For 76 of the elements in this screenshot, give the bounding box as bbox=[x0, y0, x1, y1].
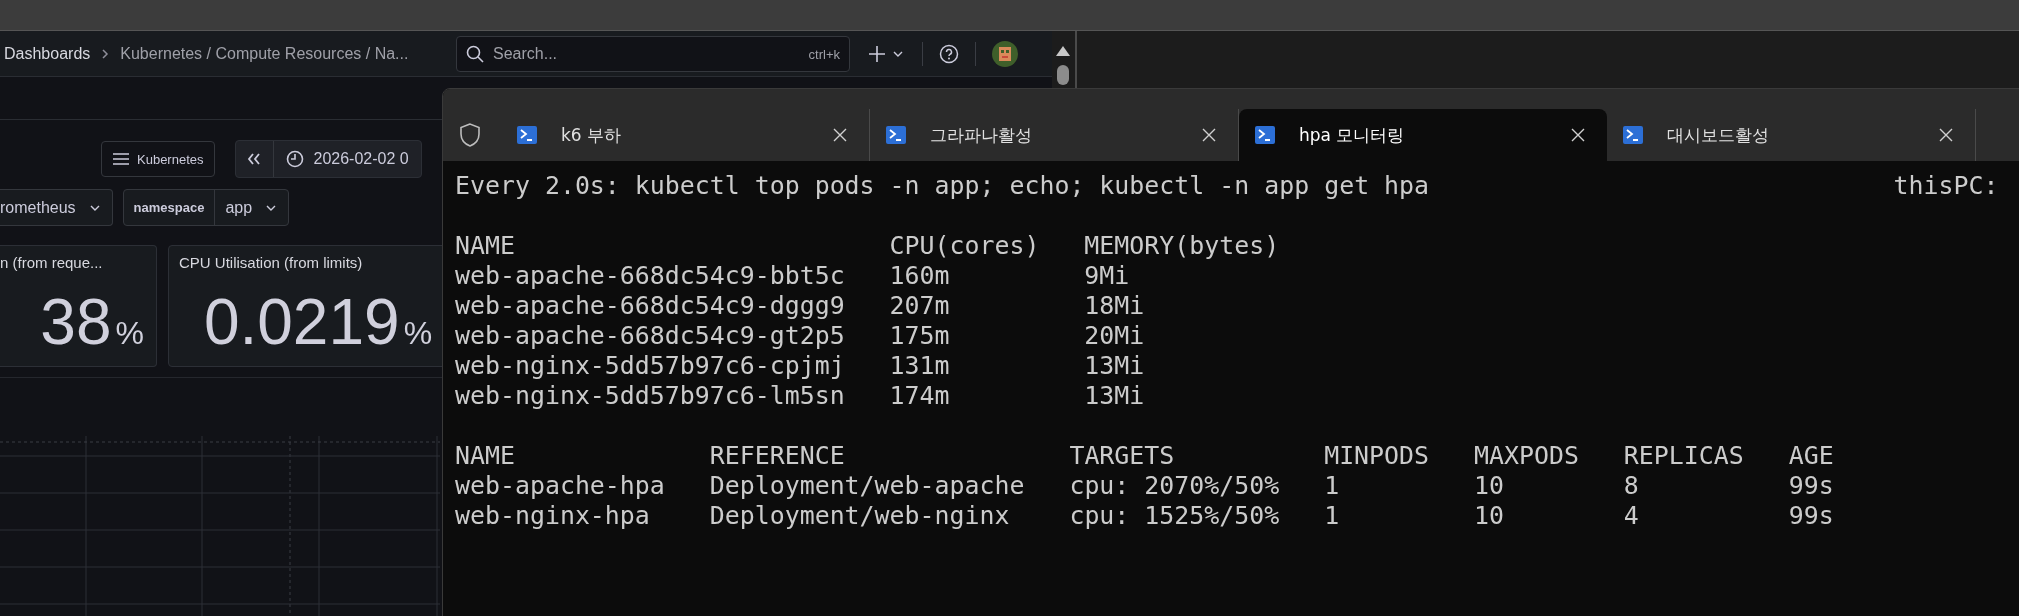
column-header: MAXPODS bbox=[1474, 441, 1580, 471]
dashboard-links-button[interactable]: Kubernetes bbox=[101, 141, 215, 177]
close-icon[interactable] bbox=[1939, 128, 1953, 142]
column-header: NAME bbox=[455, 231, 516, 261]
terminal-tab[interactable]: 대시보드활성 bbox=[1607, 109, 1976, 161]
table-cell-text: 175m bbox=[889, 321, 951, 351]
breadcrumb-link[interactable]: Dashboards bbox=[4, 44, 91, 63]
stat-value: 38% bbox=[39, 285, 145, 359]
table-cell-text: web-apache-668dc54c9-dggg9 bbox=[455, 291, 846, 321]
column-header: CPU(cores) bbox=[889, 231, 1041, 261]
table-cell-text: web-apache-668dc54c9-bbt5c bbox=[455, 261, 846, 291]
help-icon[interactable] bbox=[939, 43, 959, 64]
terminal-icon bbox=[517, 125, 537, 145]
column-header: REFERENCE bbox=[709, 441, 846, 471]
table-cell-text: Deployment/web-nginx bbox=[709, 501, 1011, 531]
column-header: MINPODS bbox=[1324, 441, 1431, 471]
table-cell-text: 1 bbox=[1324, 501, 1341, 531]
avatar-icon[interactable] bbox=[992, 40, 1018, 67]
panel-title: n (from reque... bbox=[0, 253, 104, 271]
column-header: NAME bbox=[455, 441, 516, 471]
table-cell-text: 1 bbox=[1324, 471, 1341, 501]
command-line: Every 2.0s: kubectl top pods -n app; echo; kubectl -n app get hpa bbox=[455, 171, 1430, 201]
table-cell-text: web-nginx-5dd57b97c6-lm5sn bbox=[455, 381, 846, 411]
close-icon[interactable] bbox=[833, 128, 847, 142]
terminal-icon bbox=[1623, 125, 1643, 145]
table-cell-text: web-apache-668dc54c9-gt2p5 bbox=[455, 321, 846, 351]
host-label: thisPC: bbox=[1893, 171, 1999, 201]
panel-title: CPU Utilisation (from limits) bbox=[178, 253, 364, 271]
column-header: AGE bbox=[1788, 441, 1834, 471]
table-cell-text: 4 bbox=[1623, 501, 1640, 531]
shield-icon bbox=[459, 123, 481, 147]
table-cell-text: web-nginx-hpa bbox=[455, 501, 651, 531]
table-cell: 13Mi bbox=[1084, 351, 1145, 381]
table-cell-text: 8 bbox=[1623, 471, 1640, 501]
table-cell-text: web-apache-hpa bbox=[455, 471, 666, 501]
search-icon bbox=[466, 44, 484, 63]
table-cell-text: 160m bbox=[889, 261, 951, 291]
variable-label: namespace bbox=[123, 190, 216, 225]
terminal-icon bbox=[1255, 125, 1275, 145]
table-cell-text: cpu: 1525%/50% bbox=[1069, 501, 1281, 531]
column-header: TARGETS bbox=[1069, 441, 1176, 471]
terminal-tab[interactable]: 그라파나활성 bbox=[870, 109, 1239, 161]
terminal-icon bbox=[886, 125, 906, 145]
terminal-tab[interactable]: k6 부하 bbox=[501, 109, 870, 161]
clock-icon bbox=[285, 150, 304, 168]
scrollbar-thumb[interactable] bbox=[1057, 65, 1069, 85]
terminal-tab[interactable]: hpa 모니터링 bbox=[1239, 109, 1607, 161]
table-cell: 13Mi bbox=[1084, 381, 1145, 411]
table-cell-text: web-nginx-5dd57b97c6-cpjmj bbox=[455, 351, 846, 381]
breadcrumb-link[interactable]: Kubernetes / Compute Resources / Na... bbox=[120, 44, 409, 63]
table-cell-text: 10 bbox=[1474, 501, 1505, 531]
chevron-icon bbox=[100, 47, 111, 60]
table-cell-text: cpu: 2070%/50% bbox=[1069, 471, 1281, 501]
caret-icon bbox=[266, 203, 277, 212]
close-icon[interactable] bbox=[1571, 128, 1585, 142]
caret-icon bbox=[89, 203, 100, 212]
table-cell-text: 174m bbox=[889, 381, 951, 411]
table-cell: 20Mi bbox=[1084, 321, 1145, 351]
table-cell-text: 10 bbox=[1474, 471, 1505, 501]
column-header: MEMORY(bytes) bbox=[1084, 231, 1280, 261]
shortcut-hint: ctrl+k bbox=[808, 46, 840, 62]
table-cell-text: 207m bbox=[889, 291, 951, 321]
stat-value: 0.0219% bbox=[202, 285, 434, 359]
table-cell: 9Mi bbox=[1084, 261, 1130, 291]
menu-icon bbox=[113, 153, 129, 165]
variable-dropdown[interactable]: rometheus bbox=[0, 190, 112, 225]
table-cell: 18Mi bbox=[1084, 291, 1145, 321]
scroll-up-icon[interactable] bbox=[1055, 45, 1071, 57]
table-cell: 99s bbox=[1788, 471, 1834, 501]
table-cell-text: Deployment/web-apache bbox=[709, 471, 1026, 501]
close-icon[interactable] bbox=[1202, 128, 1216, 142]
column-header: REPLICAS bbox=[1623, 441, 1745, 471]
table-cell-text: 131m bbox=[889, 351, 951, 381]
variable-dropdown[interactable]: app bbox=[215, 190, 289, 225]
table-cell: 99s bbox=[1788, 501, 1834, 531]
double-chevron-icon bbox=[247, 153, 261, 165]
